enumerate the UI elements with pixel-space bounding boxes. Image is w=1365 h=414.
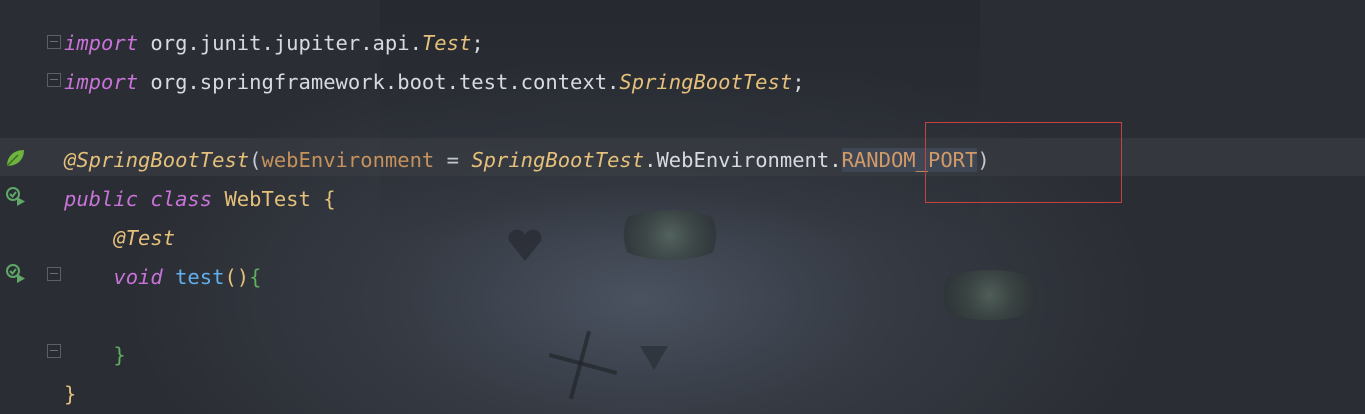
code-token: } bbox=[64, 382, 77, 406]
code-line[interactable]: } bbox=[64, 375, 1365, 414]
code-token: = bbox=[434, 148, 472, 172]
fold-marker-icon[interactable] bbox=[47, 35, 61, 49]
code-token: test bbox=[175, 265, 225, 289]
code-token: } bbox=[113, 343, 126, 367]
code-token: void bbox=[113, 265, 163, 289]
code-token: @Test bbox=[113, 226, 176, 250]
code-token: org.junit.jupiter.api. bbox=[138, 31, 422, 55]
run-test-method-icon[interactable] bbox=[5, 262, 27, 284]
editor-gutter[interactable] bbox=[0, 0, 62, 414]
spring-bean-icon[interactable] bbox=[4, 147, 26, 169]
code-token: class bbox=[150, 187, 213, 211]
code-line[interactable]: @Test bbox=[64, 219, 1365, 258]
code-lines[interactable]: import org.junit.jupiter.api.Test; import… bbox=[64, 24, 1365, 414]
code-token: public bbox=[64, 187, 139, 211]
fold-marker-icon[interactable] bbox=[47, 267, 61, 281]
code-token: { bbox=[249, 265, 262, 289]
run-test-class-icon[interactable] bbox=[5, 185, 27, 207]
code-token: webEnvironment bbox=[261, 148, 435, 172]
code-token: org.springframework.boot.test.context. bbox=[138, 70, 620, 94]
code-line[interactable]: @SpringBootTest(webEnvironment = SpringB… bbox=[64, 141, 1365, 180]
code-token: @SpringBootTest bbox=[64, 148, 250, 172]
code-line[interactable] bbox=[64, 297, 1365, 336]
code-token: ; bbox=[471, 31, 484, 55]
code-token: SpringBootTest bbox=[471, 148, 645, 172]
code-line[interactable] bbox=[64, 102, 1365, 141]
code-token: .WebEnvironment. bbox=[644, 148, 842, 172]
code-token: ( bbox=[249, 148, 262, 172]
code-token: SpringBootTest bbox=[619, 70, 793, 94]
code-editor[interactable]: import org.junit.jupiter.api.Test; import… bbox=[0, 0, 1365, 414]
code-token: ; bbox=[792, 70, 805, 94]
code-line[interactable]: public class WebTest { bbox=[64, 180, 1365, 219]
code-token: import bbox=[64, 31, 139, 55]
code-line[interactable]: void test(){ bbox=[64, 258, 1365, 297]
fold-marker-icon[interactable] bbox=[47, 344, 61, 358]
code-line[interactable]: import org.junit.jupiter.api.Test; bbox=[64, 24, 1365, 63]
fold-marker-icon[interactable] bbox=[47, 73, 61, 87]
code-line[interactable]: } bbox=[64, 336, 1365, 375]
code-token: WebTest bbox=[212, 187, 324, 211]
code-token: { bbox=[323, 187, 336, 211]
annotation-highlight-box bbox=[925, 122, 1122, 203]
code-token: () bbox=[224, 265, 250, 289]
code-token: Test bbox=[421, 31, 472, 55]
code-line[interactable]: import org.springframework.boot.test.con… bbox=[64, 63, 1365, 102]
code-token: import bbox=[64, 70, 139, 94]
